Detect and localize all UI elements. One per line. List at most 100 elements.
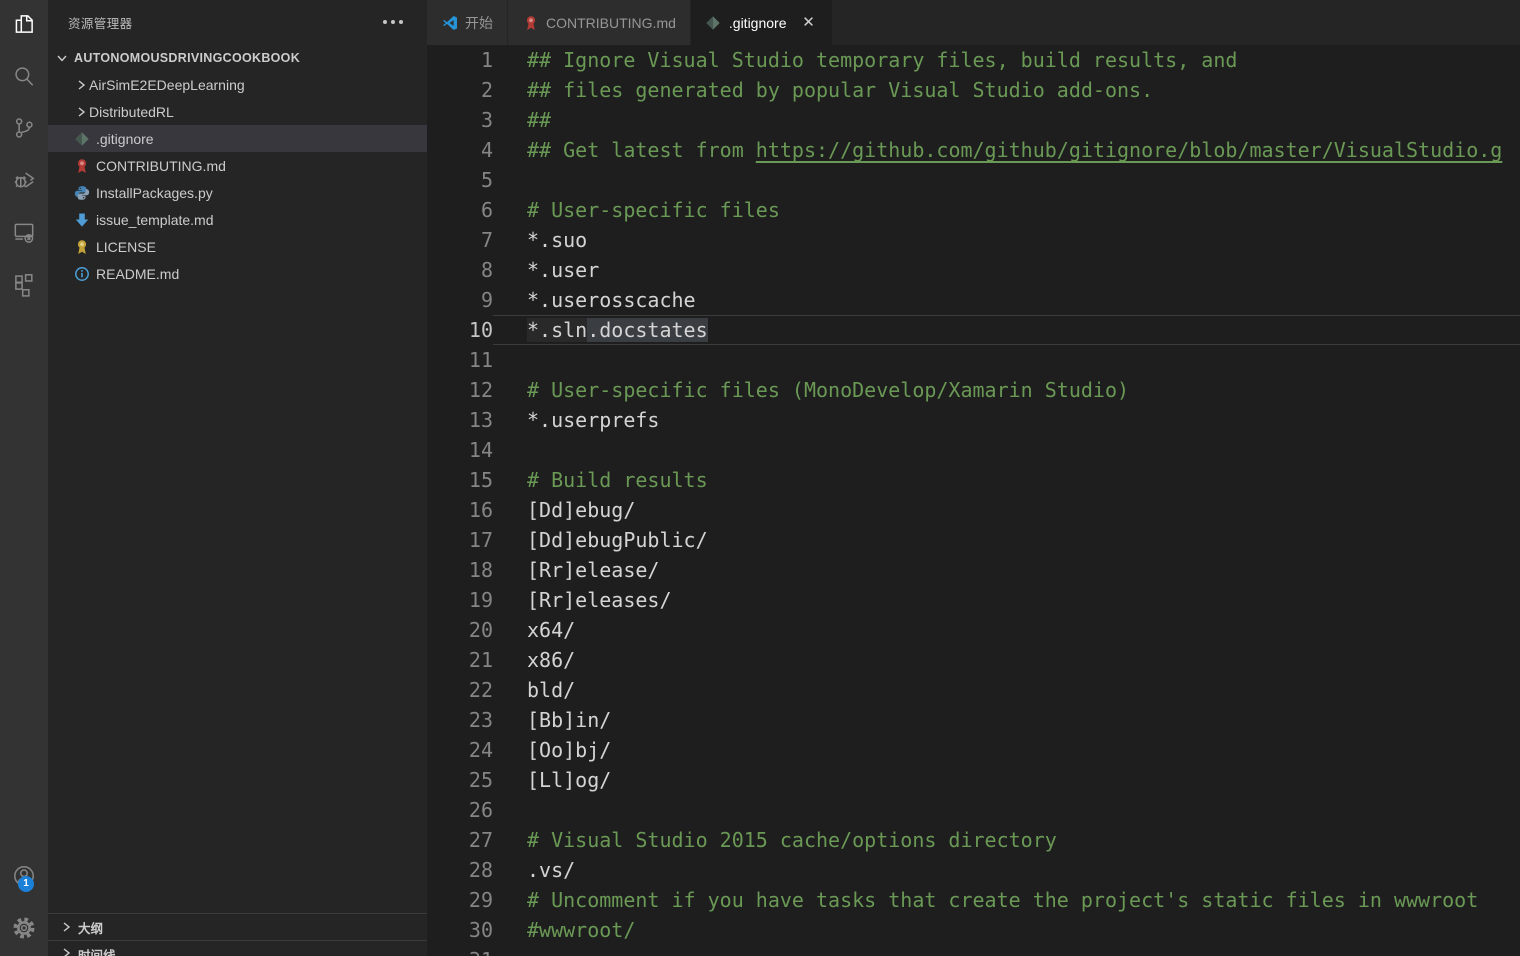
line-number: 17	[427, 525, 493, 555]
activity-explorer-button[interactable]	[0, 0, 48, 52]
code-line: 18 [Rr]elease/	[427, 555, 1520, 585]
activity-source-control-button[interactable]	[0, 104, 48, 156]
line-number: 18	[427, 555, 493, 585]
line-number: 16	[427, 495, 493, 525]
tab-CONTRIBUTING.md[interactable]: CONTRIBUTING.md	[508, 0, 691, 45]
code-line: 20 x64/	[427, 615, 1520, 645]
code-line: 30 #wwwroot/	[427, 915, 1520, 945]
line-number: 23	[427, 705, 493, 735]
tree-item-label: CONTRIBUTING.md	[96, 158, 226, 174]
line-number: 30	[427, 915, 493, 945]
line-number: 21	[427, 645, 493, 675]
git-diamond-icon	[73, 130, 90, 147]
line-number: 15	[427, 465, 493, 495]
line-content: # User-specific files (MonoDevelop/Xamar…	[493, 375, 1520, 405]
line-content: ## Ignore Visual Studio temporary files,…	[493, 45, 1520, 75]
info-icon	[73, 265, 90, 282]
activity-account-button[interactable]: 1	[0, 852, 48, 904]
line-content: *.userprefs	[493, 405, 1520, 435]
git-diamond-icon	[705, 14, 722, 31]
line-number: 3	[427, 105, 493, 135]
code-line: 13 *.userprefs	[427, 405, 1520, 435]
line-content: *.userosscache	[493, 285, 1520, 315]
code-line: 21 x86/	[427, 645, 1520, 675]
root-folder-label: AUTONOMOUSDRIVINGCOOKBOOK	[74, 51, 300, 65]
files-icon	[11, 11, 37, 42]
line-content: # Build results	[493, 465, 1520, 495]
line-number: 19	[427, 585, 493, 615]
tree-item-label: LICENSE	[96, 239, 156, 255]
section-label: 时间线	[78, 945, 116, 956]
line-content: *.user	[493, 255, 1520, 285]
tab-label: 开始	[465, 13, 493, 33]
chevron-right-icon	[58, 919, 74, 935]
line-content: .vs/	[493, 855, 1520, 885]
line-content	[493, 945, 1520, 956]
line-number: 12	[427, 375, 493, 405]
activity-search-button[interactable]	[0, 52, 48, 104]
code-line: 15 # Build results	[427, 465, 1520, 495]
activity-bar-top	[0, 0, 48, 312]
line-content: [Bb]in/	[493, 705, 1520, 735]
line-number: 7	[427, 225, 493, 255]
line-number: 24	[427, 735, 493, 765]
vscode-icon	[441, 14, 458, 31]
tree-file-CONTRIBUTING.md[interactable]: CONTRIBUTING.md	[48, 152, 427, 179]
ribbon-red-icon	[522, 14, 539, 31]
search-icon	[11, 63, 37, 94]
sidebar-section-outline[interactable]: 大纲	[48, 913, 427, 940]
code-line: 16 [Dd]ebug/	[427, 495, 1520, 525]
tree-file-README.md[interactable]: README.md	[48, 260, 427, 287]
code-line: 27 # Visual Studio 2015 cache/options di…	[427, 825, 1520, 855]
tree-file-.gitignore[interactable]: .gitignore	[48, 125, 427, 152]
line-number: 6	[427, 195, 493, 225]
gear-icon	[11, 915, 37, 946]
tree-file-InstallPackages.py[interactable]: InstallPackages.py	[48, 179, 427, 206]
tree-root-folder[interactable]: AUTONOMOUSDRIVINGCOOKBOOK	[48, 44, 427, 71]
line-content: [Dd]ebug/	[493, 495, 1520, 525]
code-line: 11	[427, 345, 1520, 375]
chevron-right-icon	[73, 104, 89, 120]
code-line: 8 *.user	[427, 255, 1520, 285]
line-content: [Ll]og/	[493, 765, 1520, 795]
tab-label: CONTRIBUTING.md	[546, 15, 676, 31]
line-number: 11	[427, 345, 493, 375]
activity-remote-explorer-button[interactable]	[0, 208, 48, 260]
line-number: 31	[427, 945, 493, 956]
line-content	[493, 165, 1520, 195]
source-control-icon	[11, 115, 37, 146]
more-actions-icon[interactable]	[379, 16, 407, 28]
code-line: 24 [Oo]bj/	[427, 735, 1520, 765]
code-line: 5	[427, 165, 1520, 195]
tree-folder-AirSimE2EDeepLearning[interactable]: AirSimE2EDeepLearning	[48, 71, 427, 98]
line-content: # Uncomment if you have tasks that creat…	[493, 885, 1520, 915]
code-line: 12 # User-specific files (MonoDevelop/Xa…	[427, 375, 1520, 405]
line-number: 26	[427, 795, 493, 825]
line-number: 9	[427, 285, 493, 315]
tree-item-label: README.md	[96, 266, 179, 282]
code-line: 17 [Dd]ebugPublic/	[427, 525, 1520, 555]
file-tree: AUTONOMOUSDRIVINGCOOKBOOK AirSimE2EDeepL…	[48, 44, 427, 287]
tree-item-label: issue_template.md	[96, 212, 214, 228]
close-icon[interactable]: ✕	[798, 13, 818, 33]
tree-folder-DistributedRL[interactable]: DistributedRL	[48, 98, 427, 125]
line-content	[493, 795, 1520, 825]
chevron-right-icon	[58, 945, 74, 956]
tab-.gitignore[interactable]: .gitignore ✕	[691, 0, 834, 45]
tree-file-LICENSE[interactable]: LICENSE	[48, 233, 427, 260]
line-number: 4	[427, 135, 493, 165]
line-number: 25	[427, 765, 493, 795]
code-line: 6 # User-specific files	[427, 195, 1520, 225]
activity-extensions-button[interactable]	[0, 260, 48, 312]
sidebar-section-timeline[interactable]: 时间线	[48, 940, 427, 956]
activity-run-debug-button[interactable]	[0, 156, 48, 208]
editor[interactable]: 1 ## Ignore Visual Studio temporary file…	[427, 45, 1520, 956]
tab-开始[interactable]: 开始	[427, 0, 508, 45]
activity-settings-button[interactable]	[0, 904, 48, 956]
tree-file-issue_template.md[interactable]: issue_template.md	[48, 206, 427, 233]
section-label: 大纲	[78, 918, 103, 937]
code-line: 10 *.sln.docstates	[427, 315, 1520, 345]
line-content: bld/	[493, 675, 1520, 705]
line-number: 14	[427, 435, 493, 465]
link-text[interactable]: https://github.com/github/gitignore/blob…	[756, 138, 1503, 162]
